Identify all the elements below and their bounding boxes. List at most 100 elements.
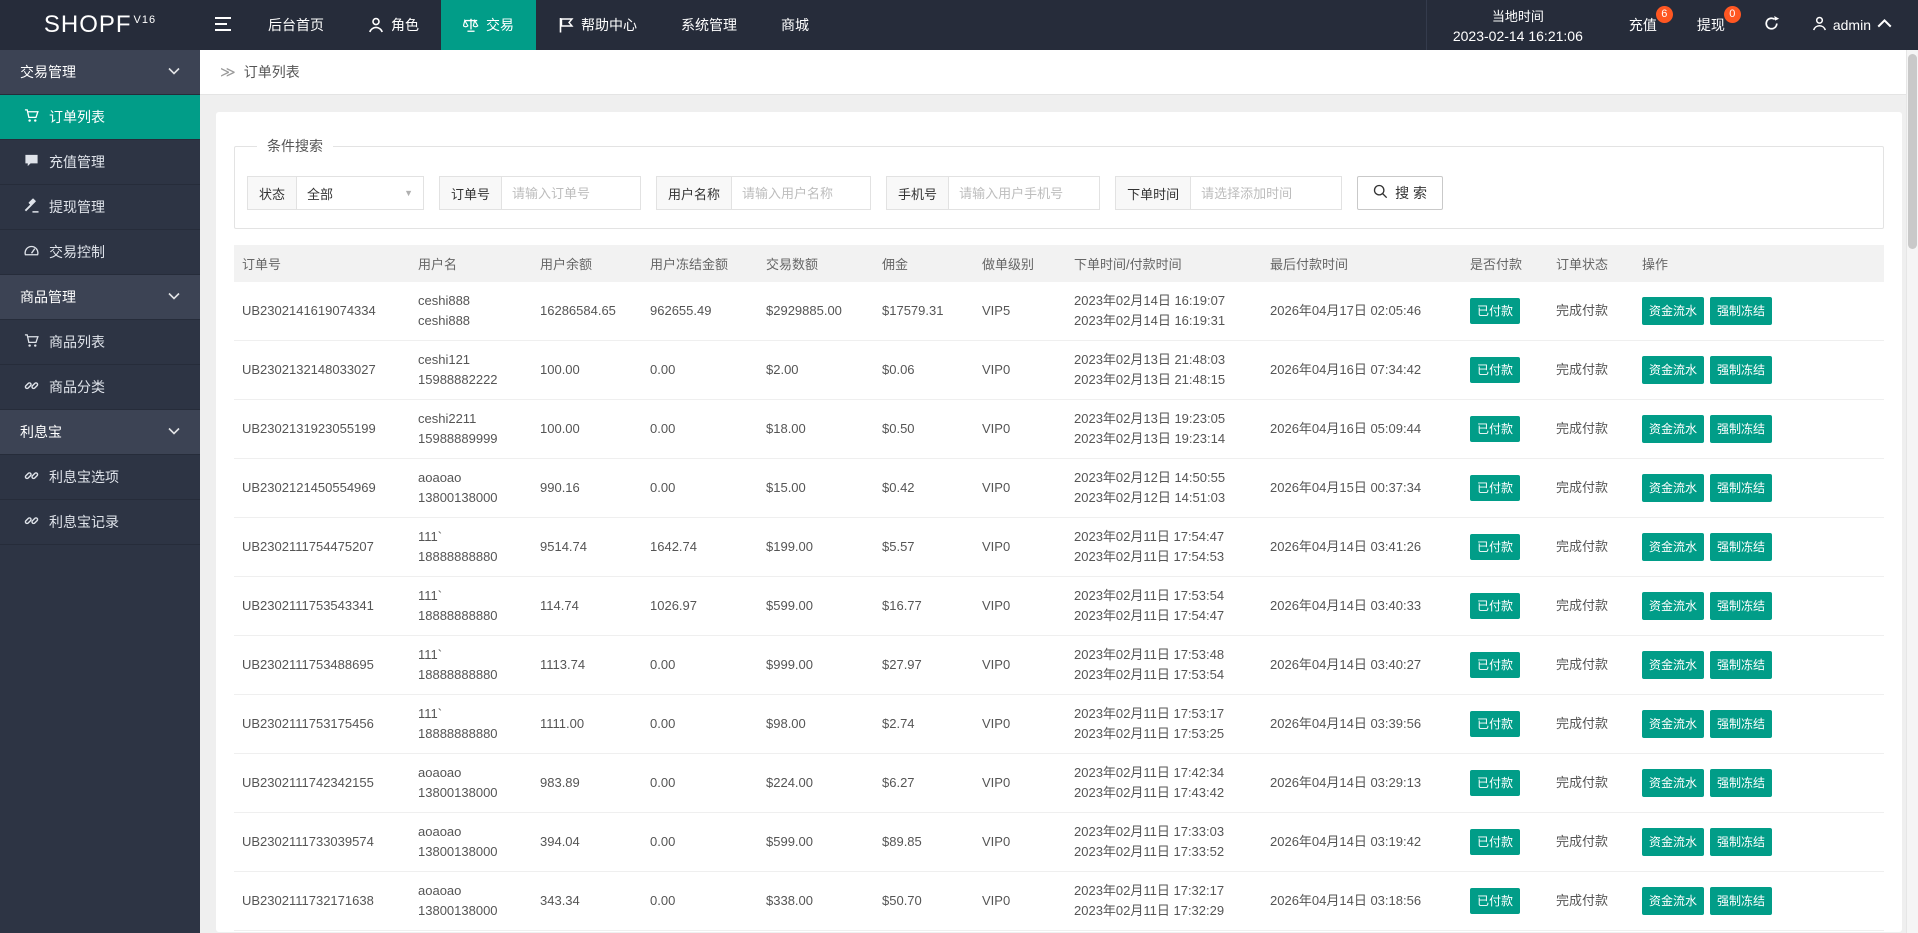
balance-cell: 1111.00 [532,694,642,754]
force-freeze-button[interactable]: 强制冻结 [1710,297,1773,325]
fund-flow-button[interactable]: 资金流水 [1642,415,1705,443]
nav-item-2[interactable]: 角色 [346,0,441,50]
order-status-cell: 完成付款 [1548,399,1634,459]
withdraw-button[interactable]: 提现 0 [1677,0,1745,50]
force-freeze-button[interactable]: 强制冻结 [1710,828,1773,856]
sidebar-toggle-button[interactable] [200,0,246,50]
force-freeze-button[interactable]: 强制冻结 [1710,474,1773,502]
main-area: 交易管理订单列表充值管理 提现管理交易控制商品管理商品列表 商品分类 利息宝 利息宝选项… [0,50,1918,933]
paid-badge[interactable]: 已付款 [1470,829,1521,855]
pay-time: 2023年02月11日 17:54:53 [1074,549,1225,564]
refresh-button[interactable] [1745,0,1798,50]
vertical-scrollbar[interactable] [1906,50,1918,933]
paid-badge[interactable]: 已付款 [1470,770,1521,796]
sidebar-item-label: 订单列表 [49,109,105,125]
force-freeze-button[interactable]: 强制冻结 [1710,415,1773,443]
nav-item-label: 后台首页 [268,17,324,33]
status-filter: 状态 全部 ▼ [247,176,425,210]
paid-badge[interactable]: 已付款 [1470,534,1521,560]
status-select[interactable]: 全部 ▼ [296,176,425,210]
sidebar-item-11[interactable]: 利息宝记录 [0,500,200,545]
force-freeze-button[interactable]: 强制冻结 [1710,356,1773,384]
paid-badge[interactable]: 已付款 [1470,888,1521,914]
user-balance: 983.89 [540,775,580,790]
user-name-input[interactable] [731,176,872,210]
force-freeze-button[interactable]: 强制冻结 [1710,651,1773,679]
local-time-label: 当地时间 [1491,9,1544,24]
link-icon [24,378,39,396]
trade-amount: $18.00 [766,421,806,436]
sidebar-group-label: 商品管理 [20,289,76,305]
order-no-input[interactable] [501,176,642,210]
sidebar-item-3[interactable]: 充值管理 [0,140,200,185]
recharge-button[interactable]: 充值 6 [1609,0,1677,50]
sidebar-group-9[interactable]: 利息宝 [0,410,200,455]
paid-badge[interactable]: 已付款 [1470,652,1521,678]
pay-time: 2023年02月14日 16:19:31 [1074,313,1226,328]
sidebar-group-6[interactable]: 商品管理 [0,275,200,320]
order-time-input[interactable] [1190,176,1343,210]
user-cell: aoaoao 13800138000 [410,871,532,931]
time-cell: 2023年02月11日 17:53:17 2023年02月11日 17:53:25 [1066,694,1262,754]
force-freeze-button[interactable]: 强制冻结 [1710,887,1773,915]
paid-badge[interactable]: 已付款 [1470,711,1521,737]
pay-time: 2023年02月12日 14:51:03 [1074,490,1226,505]
commission-cell: $27.97 [874,635,974,695]
balance-cell: 16286584.65 [532,282,642,341]
order-time-label: 下单时间 [1115,176,1191,210]
sidebar-item-2[interactable]: 订单列表 [0,95,200,140]
last-pay-time: 2026年04月14日 03:40:27 [1270,657,1422,672]
force-freeze-button[interactable]: 强制冻结 [1710,592,1773,620]
force-freeze-button[interactable]: 强制冻结 [1710,533,1773,561]
fund-flow-button[interactable]: 资金流水 [1642,474,1705,502]
sidebar-group-1[interactable]: 交易管理 [0,50,200,95]
paid-badge[interactable]: 已付款 [1470,357,1521,383]
user-balance: 1113.74 [540,657,586,672]
nav-item-6[interactable]: 商城 [759,0,831,50]
paid-badge[interactable]: 已付款 [1470,475,1521,501]
frozen-cell: 0.00 [642,458,758,518]
scrollbar-thumb[interactable] [1908,54,1917,249]
phone-input[interactable] [948,176,1101,210]
fund-flow-button[interactable]: 资金流水 [1642,356,1705,384]
nav-item-4[interactable]: 帮助中心 [536,0,659,50]
fund-flow-button[interactable]: 资金流水 [1642,651,1705,679]
fund-flow-button[interactable]: 资金流水 [1642,533,1705,561]
logo: SHOPF V16 [0,0,200,50]
frozen-amount: 0.00 [650,775,676,790]
user-phone: ceshi888 [418,313,471,328]
nav-item-1[interactable]: 后台首页 [246,0,346,50]
paid-badge[interactable]: 已付款 [1470,298,1521,324]
sidebar-item-4[interactable]: 提现管理 [0,185,200,230]
commission-cell: $6.27 [874,753,974,813]
force-freeze-button[interactable]: 强制冻结 [1710,710,1773,738]
vip-level: VIP0 [982,539,1011,554]
sidebar-item-10[interactable]: 利息宝选项 [0,455,200,500]
sidebar-item-label: 交易控制 [49,244,105,260]
time-cell: 2023年02月14日 16:19:07 2023年02月14日 16:19:31 [1066,282,1262,341]
fund-flow-button[interactable]: 资金流水 [1642,828,1705,856]
actions-cell: 资金流水 强制冻结 [1634,753,1884,813]
fund-flow-button[interactable]: 资金流水 [1642,769,1705,797]
table-row: UB2302121450554969 aoaoao 13800138000 990.1… [234,458,1884,518]
balance-cell: 114.74 [532,576,642,636]
nav-item-5[interactable]: 系统管理 [659,0,759,50]
fund-flow-button[interactable]: 资金流水 [1642,710,1705,738]
level-cell: VIP0 [974,517,1066,577]
actions-cell: 资金流水 强制冻结 [1634,812,1884,872]
order-no: UB2302111742342155 [242,775,374,790]
paid-badge[interactable]: 已付款 [1470,593,1521,619]
paid-badge[interactable]: 已付款 [1470,416,1521,442]
sidebar-item-8[interactable]: 商品分类 [0,365,200,410]
sidebar-item-5[interactable]: 交易控制 [0,230,200,275]
vip-level: VIP0 [982,716,1011,731]
fund-flow-button[interactable]: 资金流水 [1642,592,1705,620]
search-button[interactable]: 搜 索 [1357,176,1443,210]
fund-flow-button[interactable]: 资金流水 [1642,887,1705,915]
force-freeze-button[interactable]: 强制冻结 [1710,769,1773,797]
sidebar-item-7[interactable]: 商品列表 [0,320,200,365]
fund-flow-button[interactable]: 资金流水 [1642,297,1705,325]
nav-item-3[interactable]: 交易 [441,0,536,50]
order-time: 2023年02月12日 14:50:55 [1074,470,1226,485]
user-menu[interactable]: admin [1798,0,1918,50]
